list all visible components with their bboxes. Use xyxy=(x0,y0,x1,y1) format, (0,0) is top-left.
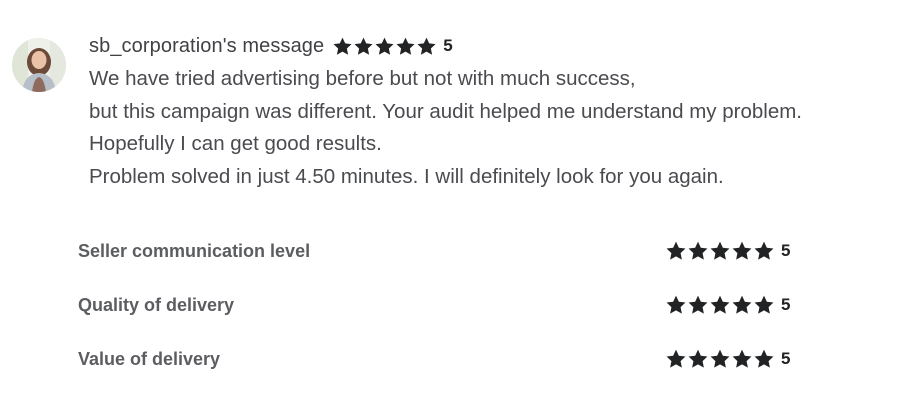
review-star-rating xyxy=(332,36,437,57)
rating-breakdown: Seller communication level 5 Quality of … xyxy=(78,233,818,395)
review-header: sb_corporation's message 5 xyxy=(89,34,453,58)
star-icon xyxy=(374,36,395,57)
rating-label: Seller communication level xyxy=(78,240,311,261)
star-icon xyxy=(753,240,775,262)
star-icon xyxy=(687,294,709,316)
star-icon xyxy=(665,348,687,370)
star-icon xyxy=(665,294,687,316)
avatar[interactable] xyxy=(12,38,66,92)
message-line: Problem solved in just 4.50 minutes. I w… xyxy=(89,164,724,188)
star-icon xyxy=(687,240,709,262)
rating-stars: 5 xyxy=(665,294,790,316)
star-icon xyxy=(731,348,753,370)
star-icon xyxy=(731,294,753,316)
star-icon xyxy=(753,294,775,316)
star-icon xyxy=(665,240,687,262)
star-icon xyxy=(731,240,753,262)
star-icon xyxy=(753,348,775,370)
review-rating-value: 5 xyxy=(443,36,453,55)
rating-stars: 5 xyxy=(665,240,790,262)
star-icon xyxy=(687,348,709,370)
star-icon xyxy=(395,36,416,57)
review-title: sb_corporation's message xyxy=(89,34,325,57)
star-icon xyxy=(332,36,353,57)
rating-label: Quality of delivery xyxy=(78,294,235,315)
star-icon xyxy=(709,294,731,316)
rating-value: 5 xyxy=(781,295,791,314)
star-icon xyxy=(353,36,374,57)
star-group xyxy=(665,348,775,370)
review-message: We have tried advertising before but not… xyxy=(89,63,909,193)
rating-row-quality: Quality of delivery 5 xyxy=(78,287,818,323)
rating-label: Value of delivery xyxy=(78,348,221,369)
star-group xyxy=(665,240,775,262)
star-icon xyxy=(709,348,731,370)
rating-value: 5 xyxy=(781,241,791,260)
rating-stars: 5 xyxy=(665,348,790,370)
message-line: Hopefully I can get good results. xyxy=(89,132,382,155)
rating-row-communication: Seller communication level 5 xyxy=(78,233,818,269)
star-icon xyxy=(709,240,731,262)
rating-row-value: Value of delivery 5 xyxy=(78,341,818,377)
star-icon xyxy=(416,36,437,57)
message-line: We have tried advertising before but not… xyxy=(89,67,636,90)
user-avatar-photo xyxy=(12,38,66,92)
star-group xyxy=(665,294,775,316)
rating-value: 5 xyxy=(781,349,791,368)
message-line: but this campaign was different. Your au… xyxy=(89,99,802,123)
